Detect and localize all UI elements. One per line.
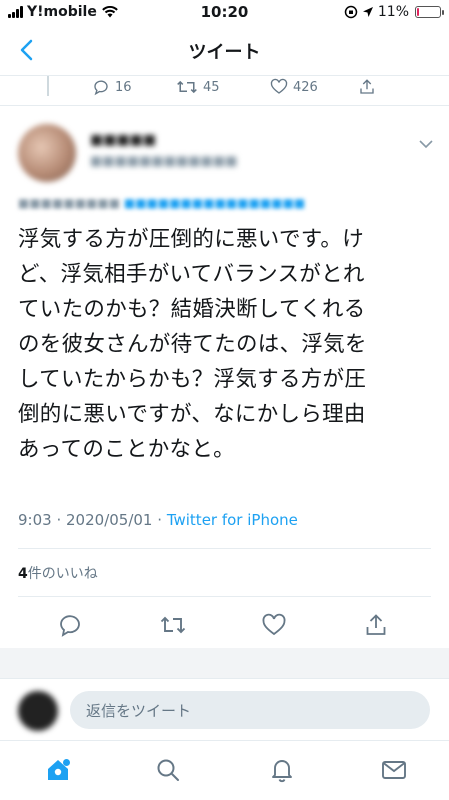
tweet-text-line: ていたのかも？結婚決断してくれる bbox=[18, 297, 366, 322]
like-button[interactable] bbox=[259, 610, 289, 640]
divider bbox=[18, 548, 431, 549]
battery-percent: 11% bbox=[377, 4, 409, 20]
tab-bar bbox=[0, 740, 449, 800]
share-icon bbox=[360, 79, 374, 94]
tweet-menu-button[interactable] bbox=[419, 134, 433, 153]
retweet-icon bbox=[160, 616, 186, 634]
tweet-text-line: 浮気する方が圧倒的に悪いです。け bbox=[18, 227, 365, 252]
avatar[interactable] bbox=[18, 124, 76, 182]
tweet-text: 浮気する方が圧倒的に悪いです。け ど、浮気相手がいてバランスがとれ ていたのかも… bbox=[18, 222, 432, 467]
like-count: 4 bbox=[18, 566, 28, 582]
previous-tweet-actions: 16 45 426 bbox=[0, 76, 449, 106]
tab-messages[interactable] bbox=[379, 755, 409, 785]
orientation-lock-icon bbox=[344, 5, 358, 19]
battery-icon bbox=[415, 6, 444, 18]
bell-icon bbox=[272, 760, 292, 783]
divider bbox=[18, 596, 431, 597]
user-handle-blurred: ■■■■■■■■■■■■ bbox=[90, 154, 238, 169]
user-info[interactable]: ■■■■■ ■■■■■■■■■■■■ bbox=[90, 132, 237, 169]
tweet-meta: 9:03 · 2020/05/01 · Twitter for iPhone bbox=[18, 511, 298, 529]
prev-retweet-count: 45 bbox=[203, 79, 220, 95]
prev-reply-button[interactable]: 16 bbox=[92, 78, 132, 96]
share-button[interactable] bbox=[361, 610, 391, 640]
prev-like-button[interactable]: 426 bbox=[270, 78, 318, 96]
prev-reply-count: 16 bbox=[115, 79, 132, 95]
meta-separator: · bbox=[56, 511, 67, 529]
likes-summary[interactable]: 4件のいいね bbox=[18, 563, 98, 583]
tweet-text-line: ど、浮気相手がいてバランスがとれ bbox=[18, 262, 365, 287]
replying-to-blurred: ■■■■■■■■■ ■■■■■■■■■■■■■■■■ bbox=[18, 196, 306, 210]
retweet-button[interactable] bbox=[158, 610, 188, 640]
tweet-text-line: あってのことかなと。 bbox=[18, 437, 235, 462]
mail-icon bbox=[382, 761, 406, 779]
tweet-actions bbox=[0, 606, 449, 644]
tab-home[interactable] bbox=[43, 755, 73, 785]
prev-share-button[interactable] bbox=[358, 78, 376, 96]
meta-separator: · bbox=[157, 511, 167, 529]
heart-icon bbox=[270, 78, 288, 94]
status-right: 11% bbox=[344, 4, 444, 20]
chevron-down-icon bbox=[419, 140, 433, 149]
status-bar: Y!mobile 10:20 11% bbox=[0, 0, 449, 24]
prev-like-count: 426 bbox=[293, 79, 318, 95]
heart-icon bbox=[262, 613, 286, 636]
tweet-time: 9:03 bbox=[18, 511, 52, 529]
tab-notifications[interactable] bbox=[267, 755, 297, 785]
location-icon bbox=[362, 7, 373, 17]
my-avatar bbox=[18, 691, 58, 731]
new-content-dot bbox=[63, 759, 70, 766]
tweet-text-line: 倒的に悪いですが、なにかしら理由 bbox=[18, 402, 366, 427]
tweet-text-line: していたからかも？浮気する方が圧 bbox=[18, 367, 367, 392]
like-label: 件のいいね bbox=[27, 566, 98, 582]
tab-search[interactable] bbox=[153, 755, 183, 785]
retweet-icon bbox=[177, 80, 197, 94]
battery-fill bbox=[417, 8, 419, 16]
reply-icon bbox=[94, 80, 108, 96]
section-gap bbox=[0, 648, 449, 678]
search-icon bbox=[157, 759, 179, 781]
share-icon bbox=[366, 614, 386, 635]
tweet-source-link[interactable]: Twitter for iPhone bbox=[167, 511, 298, 529]
reply-icon bbox=[60, 615, 80, 637]
reply-bar: 返信をツイート bbox=[0, 678, 449, 740]
tweet-date: 2020/05/01 bbox=[66, 511, 153, 529]
prev-retweet-button[interactable]: 45 bbox=[176, 78, 220, 96]
reply-button[interactable] bbox=[55, 610, 85, 640]
user-name-blurred: ■■■■■ bbox=[90, 132, 157, 148]
thread-line bbox=[47, 76, 49, 96]
page-title: ツイート bbox=[188, 42, 261, 63]
nav-bar: ツイート bbox=[0, 24, 449, 76]
reply-input[interactable]: 返信をツイート bbox=[70, 691, 430, 729]
tweet-text-line: のを彼女さんが待てたのは、浮気を bbox=[18, 332, 367, 357]
